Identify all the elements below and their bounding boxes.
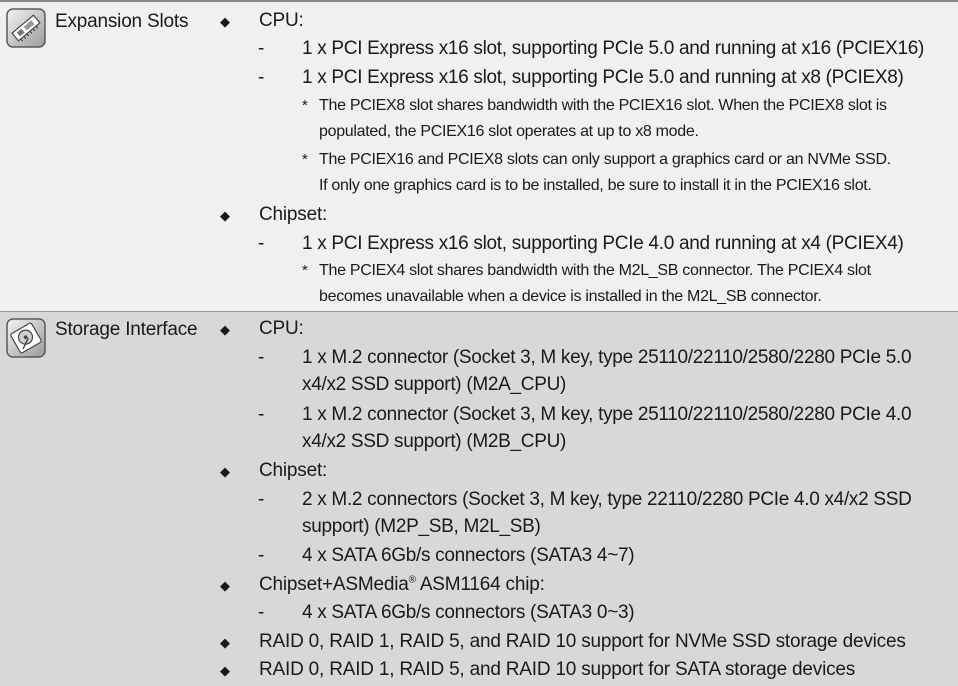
expansion-note3-line1: The PCIEX4 slot shares bandwidth with th… — [319, 262, 871, 279]
storage-asm-heading: Chipset+ASMedia® ASM1164 chip: — [259, 574, 545, 596]
expansion-cpu-item1: 1 x PCI Express x16 slot, supporting PCI… — [302, 38, 925, 59]
spec-table: Expansion Slots ◆ CPU: - 1 x PCI Express… — [0, 0, 958, 686]
bullet-icon: ◆ — [220, 322, 230, 337]
expansion-chipset-heading: Chipset: — [259, 204, 328, 225]
dash-icon: - — [258, 545, 265, 566]
storage-cpu-heading: CPU: — [259, 318, 304, 339]
dash-icon: - — [258, 602, 265, 623]
dash-icon: - — [258, 404, 265, 425]
bullet-icon: ◆ — [220, 464, 230, 479]
bullet-icon: ◆ — [220, 635, 230, 650]
expansion-slots-row: Expansion Slots ◆ CPU: - 1 x PCI Express… — [0, 0, 958, 312]
bullet-icon: ◆ — [220, 663, 230, 678]
asterisk-icon: * — [302, 151, 308, 168]
asm-heading-suffix: ASM1164 chip: — [415, 574, 545, 595]
hard-drive-icon — [6, 318, 46, 358]
dash-icon: - — [258, 347, 265, 368]
expansion-note2-line1: The PCIEX16 and PCIEX8 slots can only su… — [319, 151, 891, 168]
storage-chipset-heading: Chipset: — [259, 460, 328, 481]
storage-chipset-item2: 4 x SATA 6Gb/s connectors (SATA3 4~7) — [302, 545, 635, 566]
dash-icon: - — [258, 67, 265, 88]
dash-icon: - — [258, 38, 265, 59]
storage-interface-label: Storage Interface — [55, 319, 198, 340]
storage-cpu-item2-line2: x4/x2 SSD support) (M2B_CPU) — [302, 431, 567, 452]
asterisk-icon: * — [302, 262, 308, 279]
storage-raid-nvme: RAID 0, RAID 1, RAID 5, and RAID 10 supp… — [259, 631, 906, 652]
expansion-cpu-item2: 1 x PCI Express x16 slot, supporting PCI… — [302, 67, 904, 88]
asm-heading-prefix: Chipset+ASMedia — [259, 574, 409, 595]
storage-interface-row: Storage Interface ◆ CPU: - 1 x M.2 conne… — [0, 312, 958, 686]
storage-raid-sata: RAID 0, RAID 1, RAID 5, and RAID 10 supp… — [259, 659, 856, 680]
bullet-icon: ◆ — [220, 578, 230, 593]
bullet-icon: ◆ — [220, 14, 230, 29]
expansion-note1-line1: The PCIEX8 slot shares bandwidth with th… — [319, 97, 887, 114]
registered-mark: ® — [408, 574, 416, 586]
storage-cpu-item2-line1: 1 x M.2 connector (Socket 3, M key, type… — [302, 404, 912, 425]
dash-icon: - — [258, 489, 265, 510]
expansion-card-icon — [6, 8, 46, 48]
expansion-note1-line2: populated, the PCIEX16 slot operates at … — [319, 123, 699, 140]
asterisk-icon: * — [302, 97, 308, 114]
expansion-chipset-item1: 1 x PCI Express x16 slot, supporting PCI… — [302, 233, 904, 254]
expansion-slots-label: Expansion Slots — [55, 11, 189, 32]
storage-asm-item1: 4 x SATA 6Gb/s connectors (SATA3 0~3) — [302, 602, 635, 623]
bullet-icon: ◆ — [220, 208, 230, 223]
expansion-label-cell: Expansion Slots — [0, 2, 216, 311]
storage-chipset-item1-line1: 2 x M.2 connectors (Socket 3, M key, typ… — [302, 489, 912, 510]
storage-cpu-item1-line1: 1 x M.2 connector (Socket 3, M key, type… — [302, 347, 912, 368]
expansion-note3-line2: becomes unavailable when a device is ins… — [319, 288, 822, 305]
storage-cpu-item1-line2: x4/x2 SSD support) (M2A_CPU) — [302, 374, 567, 395]
storage-label-cell: Storage Interface — [0, 312, 216, 686]
storage-chipset-item1-line2: support) (M2P_SB, M2L_SB) — [302, 516, 541, 537]
dash-icon: - — [258, 233, 265, 254]
expansion-cpu-heading: CPU: — [259, 10, 304, 31]
expansion-note2-line2: If only one graphics card is to be insta… — [319, 177, 872, 194]
